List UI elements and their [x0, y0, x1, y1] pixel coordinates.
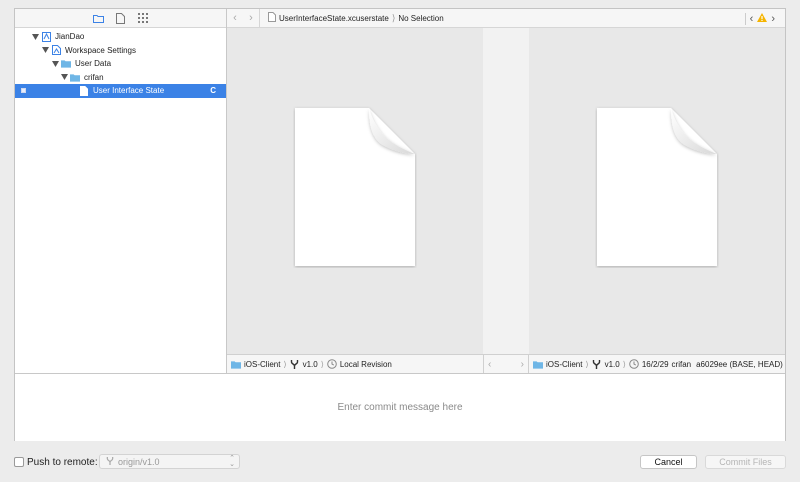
file-tree: JianDao Workspace Settings User Data cri… [15, 28, 226, 98]
tree-item-user-data[interactable]: User Data [15, 57, 226, 71]
previous-issue-icon[interactable]: ‹ [750, 13, 754, 25]
revision-label[interactable]: Local Revision [340, 360, 392, 369]
workspace-icon [51, 45, 61, 56]
jump-bar-controls: ‹ › [744, 9, 775, 28]
clock-icon [327, 359, 337, 369]
commit-hash[interactable]: a6029ee (BASE, HEAD) [696, 360, 783, 369]
disclosure-triangle-icon[interactable] [41, 46, 49, 54]
breadcrumb: UserInterfaceState.xcuserstate ⟩ No Sele… [268, 12, 444, 24]
repository-pane [529, 28, 785, 354]
next-change-button[interactable]: › [521, 359, 524, 370]
repo-name[interactable]: iOS-Client [244, 360, 280, 369]
breadcrumb-separator: ⟩ [585, 359, 589, 369]
breadcrumb-separator: ⟩ [391, 12, 396, 23]
breadcrumb-separator: ⟩ [320, 359, 324, 369]
commit-files-button[interactable]: Commit Files [705, 455, 786, 469]
diff-gutter [483, 28, 529, 354]
commit-author[interactable]: crifan [672, 360, 692, 369]
disclosure-triangle-icon[interactable] [51, 60, 59, 68]
tree-item-workspace-settings[interactable]: Workspace Settings [15, 44, 226, 58]
folder-icon[interactable] [93, 12, 105, 24]
document-icon [597, 108, 717, 266]
branch-name[interactable]: v1.0 [605, 360, 620, 369]
tree-item-label: crifan [84, 72, 104, 82]
file-navigator: JianDao Workspace Settings User Data cri… [15, 9, 227, 373]
tree-item-label: User Interface State [93, 86, 165, 96]
commit-message-input[interactable] [15, 401, 785, 414]
push-to-remote-checkbox[interactable] [14, 457, 24, 467]
file-icon [268, 12, 276, 24]
tree-item-label: JianDao [55, 32, 85, 42]
file-icon[interactable] [115, 12, 127, 24]
branch-icon [106, 456, 114, 467]
remote-branch-select[interactable]: origin/v1.0 ⌃ ⌄ [99, 454, 240, 469]
tree-item-user-interface-state[interactable]: User Interface State C [15, 84, 226, 98]
repository-revision-path: iOS-Client ⟩ v1.0 ⟩ 16/2/29 crifan a6029… [533, 355, 783, 374]
grid-icon[interactable] [137, 12, 149, 24]
folder-icon [61, 59, 71, 69]
previous-change-button[interactable]: ‹ [488, 359, 491, 370]
local-revision-path: iOS-Client ⟩ v1.0 ⟩ Local Revision [231, 355, 392, 374]
branch-icon [592, 359, 602, 369]
tree-item-label: Workspace Settings [65, 45, 136, 55]
breadcrumb-selection[interactable]: No Selection [398, 14, 443, 23]
status-badge: C [210, 86, 216, 96]
folder-icon [70, 72, 80, 82]
breadcrumb-separator: ⟩ [622, 359, 626, 369]
document-icon [295, 108, 415, 266]
breadcrumb-file[interactable]: UserInterfaceState.xcuserstate [279, 14, 389, 23]
folder-icon [231, 359, 241, 369]
disclosure-triangle-icon[interactable] [31, 33, 39, 41]
commit-message-area[interactable] [15, 373, 785, 441]
bottom-bar: Push to remote: origin/v1.0 ⌃ ⌄ Cancel Co… [0, 448, 800, 476]
disclosure-triangle-icon[interactable] [60, 73, 68, 81]
forward-button[interactable]: › [243, 9, 259, 28]
divider [744, 12, 746, 25]
comparison-area: ‹ › UserInterfaceState.xcuserstate ⟩ No … [227, 8, 785, 374]
commit-date[interactable]: 16/2/29 [642, 360, 669, 369]
back-button[interactable]: ‹ [227, 9, 243, 28]
clock-icon [629, 359, 639, 369]
jump-bar: ‹ › UserInterfaceState.xcuserstate ⟩ No … [227, 8, 785, 28]
breadcrumb-separator: ⟩ [283, 359, 287, 369]
revision-bar: iOS-Client ⟩ v1.0 ⟩ Local Revision ‹ › i… [227, 354, 785, 374]
revision-navigation: ‹ › [483, 354, 529, 374]
warning-icon[interactable] [757, 13, 768, 24]
local-pane [227, 28, 483, 354]
tree-item-label: User Data [75, 59, 112, 69]
branch-name[interactable]: v1.0 [303, 360, 318, 369]
cancel-button[interactable]: Cancel [640, 455, 697, 469]
remote-branch-value: origin/v1.0 [118, 456, 160, 467]
branch-icon [290, 359, 300, 369]
commit-window: JianDao Workspace Settings User Data cri… [14, 8, 786, 441]
file-icon [79, 85, 89, 96]
diff-panes [227, 28, 785, 354]
divider [259, 8, 260, 28]
navigator-tabs [15, 9, 226, 28]
chevron-up-down-icon: ⌃ ⌄ [229, 455, 235, 468]
repo-name[interactable]: iOS-Client [546, 360, 582, 369]
tree-item-jiandao[interactable]: JianDao [15, 30, 226, 44]
include-checkbox[interactable] [21, 88, 26, 94]
folder-icon [533, 359, 543, 369]
next-issue-icon[interactable]: › [771, 13, 775, 25]
project-icon [41, 31, 51, 42]
tree-item-crifan[interactable]: crifan [15, 71, 226, 85]
push-to-remote-label: Push to remote: [27, 457, 98, 468]
